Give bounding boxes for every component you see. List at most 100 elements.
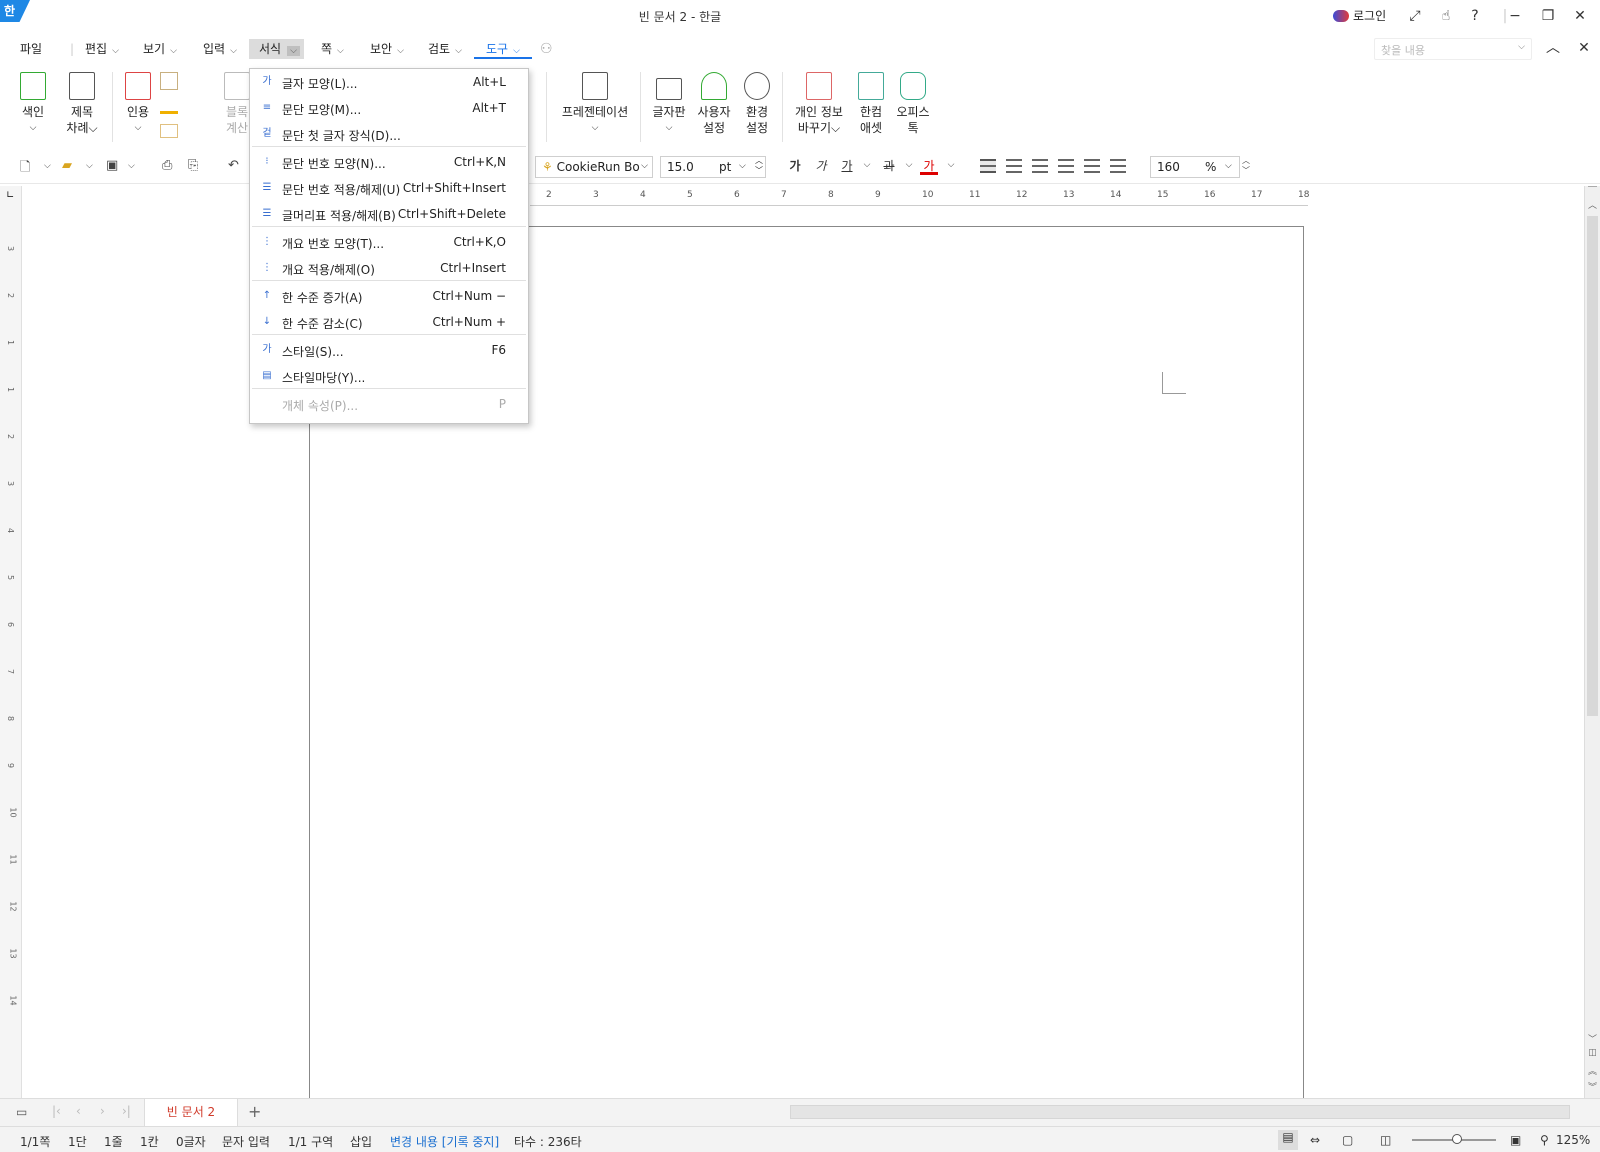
underline-button[interactable]: 가 bbox=[838, 157, 856, 175]
menu-security[interactable]: 보안 ⌵ bbox=[370, 39, 404, 59]
menu-item-outline-number-shape[interactable]: ⋮ 개요 번호 모양(T)... Ctrl+K,O bbox=[250, 229, 528, 255]
zoom-slider[interactable] bbox=[1412, 1134, 1496, 1144]
new-document-icon[interactable]: 🗋 bbox=[20, 158, 30, 180]
zoom-in-icon[interactable]: ▣ bbox=[1510, 1133, 1521, 1147]
print-preview-icon[interactable]: ⎘ bbox=[188, 158, 198, 173]
undo-icon[interactable]: ↶ bbox=[228, 158, 239, 173]
align-right-icon[interactable] bbox=[1058, 159, 1074, 173]
document-tab[interactable]: 빈 문서 2 bbox=[144, 1099, 238, 1127]
menu-item-para-number-toggle[interactable]: ☰ 문단 번호 적용/해제(U) Ctrl+Shift+Insert bbox=[250, 175, 528, 201]
privacy-button[interactable]: 개인 정보 바꾸기⌵ bbox=[790, 72, 848, 136]
fullscreen-icon[interactable]: ⤢ bbox=[1405, 6, 1425, 26]
font-size-input[interactable]: 15.0 pt ⌵ ︿ ﹀ bbox=[660, 156, 766, 178]
save-icon[interactable]: ▣ bbox=[106, 158, 118, 173]
align-justify-icon[interactable] bbox=[980, 159, 996, 173]
menu-review[interactable]: 검토 ⌵ bbox=[428, 39, 462, 59]
minimize-icon[interactable]: − bbox=[1505, 6, 1525, 26]
chevron-down-icon[interactable]: ⌵ bbox=[900, 160, 918, 178]
hancom-asset-button[interactable]: 한컴 애셋 bbox=[854, 72, 888, 136]
menu-page[interactable]: 쪽 ⌵ bbox=[321, 39, 344, 59]
open-folder-icon[interactable]: ▰ bbox=[62, 158, 72, 173]
first-tab-icon[interactable]: |‹ bbox=[52, 1104, 61, 1118]
zoom-out-icon[interactable]: ◫ bbox=[1380, 1133, 1391, 1147]
print-icon[interactable]: ⎙ bbox=[162, 158, 172, 173]
sheet-icon[interactable]: ▭ bbox=[16, 1105, 27, 1119]
menu-format[interactable]: 서식 ⌵ bbox=[249, 39, 304, 59]
add-tab-button[interactable]: + bbox=[248, 1102, 261, 1121]
format-copy-icon[interactable] bbox=[160, 124, 178, 138]
menu-file[interactable]: 파일 bbox=[20, 39, 42, 59]
chevron-down-icon[interactable]: ⌵ bbox=[44, 161, 51, 171]
line-spacing-input[interactable]: 160 % ⌵ bbox=[1150, 156, 1240, 178]
chevron-down-icon[interactable]: ⌵ bbox=[86, 161, 93, 171]
align-center-icon[interactable] bbox=[1032, 159, 1048, 173]
cite-button[interactable]: 인용 ⌵ bbox=[122, 72, 154, 136]
scroll-up-icon[interactable]: ︿ bbox=[1587, 198, 1598, 211]
chevron-down-icon[interactable]: ⌵ bbox=[287, 46, 300, 56]
next-page-icon[interactable]: ︾ bbox=[1587, 1080, 1598, 1093]
font-color-button[interactable]: 가 bbox=[920, 157, 938, 175]
stepper-icon[interactable]: ︿ ﹀ bbox=[1242, 156, 1250, 176]
vertical-scrollbar[interactable]: ⎺ ︿ ﹀ ◫ ︽ ︾ bbox=[1584, 186, 1600, 1098]
menu-item-style[interactable]: 가 스타일(S)... F6 bbox=[250, 337, 528, 363]
menu-item-outline-toggle[interactable]: ⋮ 개요 적용/해제(O) Ctrl+Insert bbox=[250, 255, 528, 281]
search-input[interactable]: 찾을 내용 ⌵ bbox=[1374, 38, 1532, 60]
align-left-icon[interactable] bbox=[1006, 159, 1022, 173]
touch-mode-icon[interactable]: ☝ bbox=[1436, 6, 1456, 26]
chevron-down-icon[interactable]: ⌵ bbox=[942, 160, 960, 178]
menu-view[interactable]: 보기 ⌵ bbox=[143, 39, 177, 59]
menu-insert[interactable]: 입력 ⌵ bbox=[203, 39, 237, 59]
chevron-down-icon[interactable]: ⌵ bbox=[858, 160, 876, 178]
font-name-select[interactable]: ⚘ CookieRun Bo ⌵ bbox=[535, 156, 653, 178]
highlight-icon[interactable] bbox=[160, 98, 178, 114]
zoom-level[interactable]: 125% bbox=[1556, 1133, 1590, 1147]
help-icon[interactable]: ? bbox=[1465, 6, 1485, 26]
tab-type-icon[interactable]: ∟ bbox=[6, 190, 14, 201]
menu-item-level-up[interactable]: ↑ 한 수준 증가(A) Ctrl+Num − bbox=[250, 283, 528, 309]
strikethrough-button[interactable]: 과 bbox=[880, 157, 898, 175]
scroll-down-icon[interactable]: ﹀ bbox=[1587, 1032, 1598, 1045]
next-tab-icon[interactable]: › bbox=[100, 1104, 105, 1118]
status-track-changes[interactable]: 변경 내용 [기록 중지] bbox=[390, 1133, 499, 1150]
copy-small-icon[interactable] bbox=[160, 72, 178, 90]
normal-view-icon[interactable]: ▤ bbox=[1278, 1130, 1298, 1150]
office-talk-button[interactable]: 오피스 톡 bbox=[894, 72, 932, 136]
last-tab-icon[interactable]: ›| bbox=[122, 1104, 131, 1118]
index-button[interactable]: 색인 ⌵ bbox=[18, 72, 48, 136]
zoom-search-icon[interactable]: ⚲ bbox=[1540, 1133, 1549, 1147]
restore-icon[interactable]: ❐ bbox=[1538, 6, 1558, 26]
italic-button[interactable]: 가 bbox=[812, 157, 830, 175]
close-document-icon[interactable]: ✕ bbox=[1574, 38, 1594, 58]
bold-button[interactable]: 가 bbox=[786, 157, 804, 175]
menu-item-drop-cap[interactable]: 겉 문단 첫 글자 장식(D)... bbox=[250, 121, 528, 147]
zoom-slider-handle[interactable] bbox=[1452, 1134, 1462, 1144]
menu-tools[interactable]: 도구 ⌵ bbox=[474, 39, 532, 59]
fit-width-icon[interactable]: ⇔ bbox=[1310, 1133, 1320, 1147]
keyboard-button[interactable]: 글자판 ⌵ bbox=[650, 72, 688, 136]
page-mode-icon[interactable]: ◫ bbox=[1587, 1048, 1598, 1058]
menu-edit[interactable]: 편집 ⌵ bbox=[85, 39, 119, 59]
horizontal-scrollbar[interactable] bbox=[790, 1105, 1570, 1119]
menu-item-level-down[interactable]: ↓ 한 수준 감소(C) Ctrl+Num + bbox=[250, 309, 528, 335]
align-divide-icon[interactable] bbox=[1110, 159, 1126, 173]
prev-tab-icon[interactable]: ‹ bbox=[76, 1104, 81, 1118]
scroll-top-icon[interactable]: ⎺ bbox=[1587, 186, 1598, 196]
stepper-icon[interactable]: ︿ ﹀ bbox=[755, 156, 763, 176]
fit-page-icon[interactable]: ▢ bbox=[1342, 1133, 1353, 1147]
block-calc-button[interactable]: 블록 계산 bbox=[222, 72, 252, 136]
collapse-ribbon-icon[interactable]: ︿ bbox=[1543, 38, 1563, 58]
status-page[interactable]: 1/1쪽 bbox=[20, 1133, 50, 1150]
prev-page-icon[interactable]: ︽ bbox=[1587, 1064, 1598, 1077]
menu-item-style-gallery[interactable]: ▤ 스타일마당(Y)... bbox=[250, 363, 528, 389]
toc-button[interactable]: 제목 차례⌵ bbox=[62, 72, 102, 136]
env-settings-button[interactable]: 환경 설정 bbox=[740, 72, 774, 136]
menu-item-para-number-shape[interactable]: ⁝ 문단 번호 모양(N)... Ctrl+K,N bbox=[250, 149, 528, 175]
tools-extra-icon[interactable]: ⚇ bbox=[540, 39, 553, 59]
chevron-down-icon[interactable]: ⌵ bbox=[1518, 42, 1525, 52]
status-insert[interactable]: 삽입 bbox=[350, 1133, 372, 1150]
close-icon[interactable]: ✕ bbox=[1570, 6, 1590, 26]
user-settings-button[interactable]: 사용자 설정 bbox=[694, 72, 734, 136]
menu-item-para-shape[interactable]: ≡ 문단 모양(M)... Alt+T bbox=[250, 95, 528, 121]
menu-item-bullet-toggle[interactable]: ☰ 글머리표 적용/해제(B) Ctrl+Shift+Delete bbox=[250, 201, 528, 227]
login-button[interactable]: 로그인 bbox=[1333, 7, 1386, 24]
